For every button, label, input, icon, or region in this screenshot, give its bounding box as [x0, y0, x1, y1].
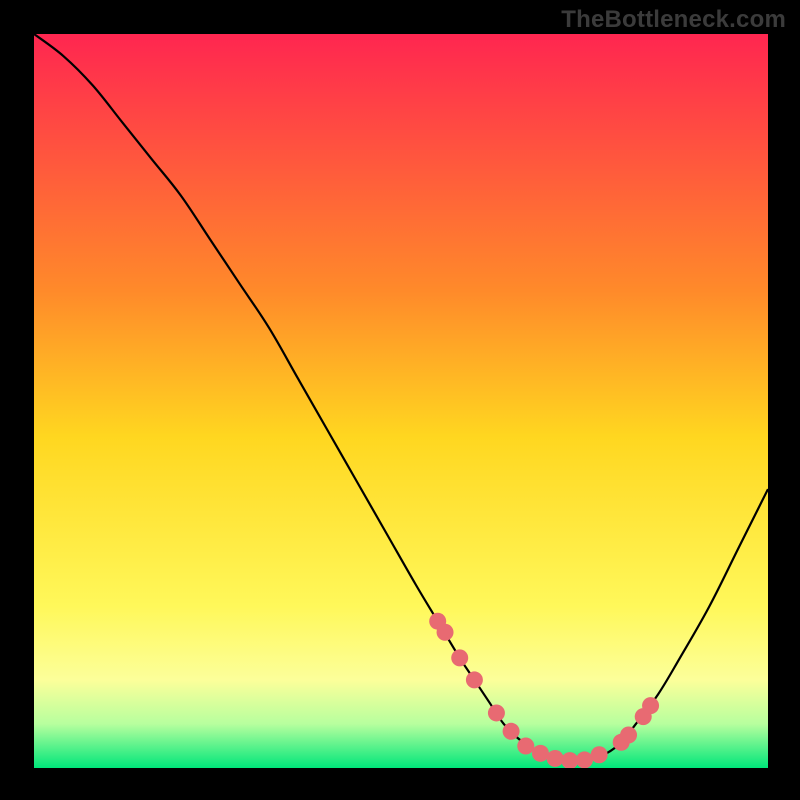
marker-dot: [451, 649, 468, 666]
gradient-background: [34, 34, 768, 768]
watermark-text: TheBottleneck.com: [561, 6, 786, 34]
marker-dot: [642, 697, 659, 714]
marker-dot: [488, 704, 505, 721]
bottleneck-chart: [34, 34, 768, 768]
marker-dot: [466, 671, 483, 688]
marker-dot: [532, 745, 549, 762]
marker-dot: [591, 746, 608, 763]
marker-dot: [576, 751, 593, 768]
marker-dot: [517, 737, 534, 754]
marker-dot: [503, 723, 520, 740]
marker-dot: [547, 750, 564, 767]
plot-area: [34, 34, 768, 768]
chart-frame: TheBottleneck.com: [0, 0, 800, 800]
marker-dot: [437, 624, 454, 641]
marker-dot: [620, 726, 637, 743]
